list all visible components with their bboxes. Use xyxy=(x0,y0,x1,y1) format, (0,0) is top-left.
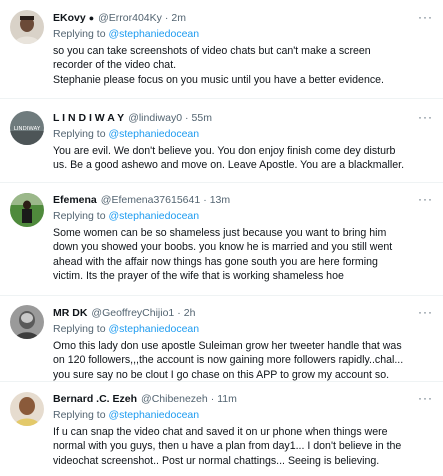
reply-mention-link[interactable]: @stephaniedocean xyxy=(108,210,199,222)
author-handle[interactable]: @Chibenezeh xyxy=(141,393,208,405)
tweet[interactable]: Bernard .C. Ezeh @Chibenezeh · 11m ··· R… xyxy=(0,381,443,476)
separator: · xyxy=(185,112,189,124)
author-handle[interactable]: @lindiway0 xyxy=(128,112,182,124)
more-dots-icon[interactable]: ··· xyxy=(418,11,433,23)
tweet[interactable]: LINDIWAY L I N D I W A Y @lindiway0 · 55… xyxy=(0,98,443,182)
reply-context: Replying to @stephaniedocean xyxy=(53,210,433,223)
author-handle[interactable]: @GeoffreyChijio1 xyxy=(91,307,174,319)
author-name[interactable]: L I N D I W A Y xyxy=(53,112,124,124)
separator: · xyxy=(177,307,181,319)
separator: · xyxy=(203,194,207,206)
tweet[interactable]: EKovy ● @Error404Ky · 2m ··· Replying to… xyxy=(0,0,443,98)
tweet-feed: EKovy ● @Error404Ky · 2m ··· Replying to… xyxy=(0,0,443,476)
avatar[interactable]: LINDIWAY xyxy=(10,111,44,145)
reply-context: Replying to @stephaniedocean xyxy=(53,128,433,141)
avatar[interactable] xyxy=(10,392,44,426)
reply-prefix: Replying to xyxy=(53,323,106,335)
tweet-text: Omo this lady don use apostle Suleiman g… xyxy=(53,340,404,381)
avatar-image xyxy=(10,392,44,426)
timestamp[interactable]: 2h xyxy=(184,307,196,319)
avatar[interactable] xyxy=(10,193,44,227)
more-dots-icon[interactable]: ··· xyxy=(418,193,433,205)
timestamp[interactable]: 2m xyxy=(171,12,186,24)
reply-prefix: Replying to xyxy=(53,210,106,222)
tweet[interactable]: MR DK @GeoffreyChijio1 · 2h ··· Replying… xyxy=(0,295,443,381)
timestamp[interactable]: 11m xyxy=(217,393,237,405)
author-name[interactable]: Efemena xyxy=(53,194,97,206)
author-handle[interactable]: @Efemena37615641 xyxy=(101,194,200,206)
tweet-text: You are evil. We don't believe you. You … xyxy=(53,145,405,172)
reply-mention-link[interactable]: @stephaniedocean xyxy=(108,128,199,140)
avatar-image xyxy=(10,193,44,227)
avatar[interactable] xyxy=(10,10,44,44)
avatar-image xyxy=(10,305,44,339)
more-dots-icon[interactable]: ··· xyxy=(418,392,433,404)
tweet-text: If u can snap the video chat and saved i… xyxy=(53,426,402,467)
author-handle[interactable]: @Error404Ky xyxy=(98,12,162,24)
more-dots-icon[interactable]: ··· xyxy=(418,306,433,318)
separator: · xyxy=(164,12,169,24)
reply-mention-link[interactable]: @stephaniedocean xyxy=(108,409,199,421)
reply-prefix: Replying to xyxy=(53,28,106,40)
tweet-text: Some women can be so shameless just beca… xyxy=(53,227,393,283)
apple-icon: ● xyxy=(88,13,95,23)
author-name[interactable]: MR DK xyxy=(53,307,87,319)
avatar-image: LINDIWAY xyxy=(10,111,44,145)
reply-mention-link[interactable]: @stephaniedocean xyxy=(108,323,199,335)
avatar[interactable] xyxy=(10,305,44,339)
reply-context: Replying to @stephaniedocean xyxy=(53,323,433,336)
reply-prefix: Replying to xyxy=(53,128,106,140)
timestamp[interactable]: 55m xyxy=(192,112,212,124)
separator: · xyxy=(210,393,215,405)
timestamp[interactable]: 13m xyxy=(210,194,230,206)
reply-prefix: Replying to xyxy=(53,409,106,421)
reply-context: Replying to @stephaniedocean xyxy=(53,28,433,41)
author-name[interactable]: EKovy xyxy=(53,12,86,24)
reply-mention-link[interactable]: @stephaniedocean xyxy=(108,28,199,40)
reply-context: Replying to @stephaniedocean xyxy=(53,409,433,422)
author-name[interactable]: Bernard .C. Ezeh xyxy=(53,393,137,405)
avatar-image xyxy=(10,10,44,44)
tweet-text: so you can take screenshots of video cha… xyxy=(53,45,384,86)
tweet[interactable]: Efemena @Efemena37615641 · 13m ··· Reply… xyxy=(0,182,443,295)
more-dots-icon[interactable]: ··· xyxy=(418,111,433,123)
avatar-label: LINDIWAY xyxy=(14,126,41,132)
